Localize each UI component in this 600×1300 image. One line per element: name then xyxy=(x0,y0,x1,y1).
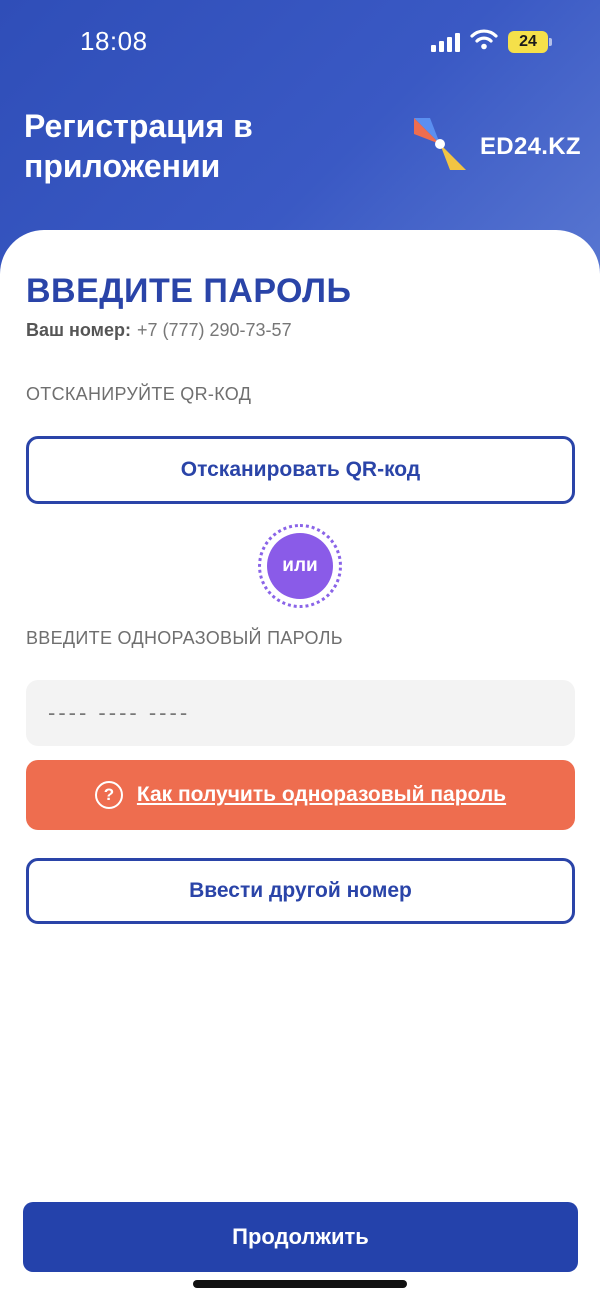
status-bar: 18:08 24 xyxy=(0,22,600,62)
scan-qr-button[interactable]: Отсканировать QR-код xyxy=(26,436,575,504)
continue-button[interactable]: Продолжить xyxy=(23,1202,578,1272)
otp-section-label: ВВЕДИТЕ ОДНОРАЗОВЫЙ ПАРОЛЬ xyxy=(26,628,343,648)
cellular-signal-icon xyxy=(431,32,460,52)
or-label: или xyxy=(267,533,333,599)
change-number-button[interactable]: Ввести другой номер xyxy=(26,858,575,924)
or-divider: или xyxy=(258,524,342,608)
page-title: Регистрация в приложении xyxy=(24,108,253,184)
otp-help-link[interactable]: Как получить одноразовый пароль xyxy=(137,783,506,807)
home-indicator[interactable] xyxy=(193,1280,407,1288)
logo-text: ED24.KZ xyxy=(480,132,581,160)
battery-icon: 24 xyxy=(508,30,552,53)
phone-value: +7 (777) 290-73-57 xyxy=(136,320,292,340)
phone-label: Ваш номер: xyxy=(26,320,131,340)
status-time: 18:08 xyxy=(80,26,148,56)
pinwheel-logo-icon xyxy=(412,116,468,177)
otp-help-button[interactable]: ? Как получить одноразовый пароль xyxy=(26,760,575,830)
status-icons: 24 xyxy=(431,28,552,55)
qr-section-label: ОТСКАНИРУЙТЕ QR-КОД xyxy=(26,384,252,404)
brand-logo: ED24.KZ xyxy=(412,116,581,177)
form-heading: ВВЕДИТЕ ПАРОЛЬ xyxy=(26,272,352,310)
phone-number-line: Ваш номер: +7 (777) 290-73-57 xyxy=(26,320,292,341)
wifi-icon xyxy=(470,28,498,55)
otp-input[interactable] xyxy=(26,680,575,746)
question-circle-icon: ? xyxy=(94,781,123,809)
